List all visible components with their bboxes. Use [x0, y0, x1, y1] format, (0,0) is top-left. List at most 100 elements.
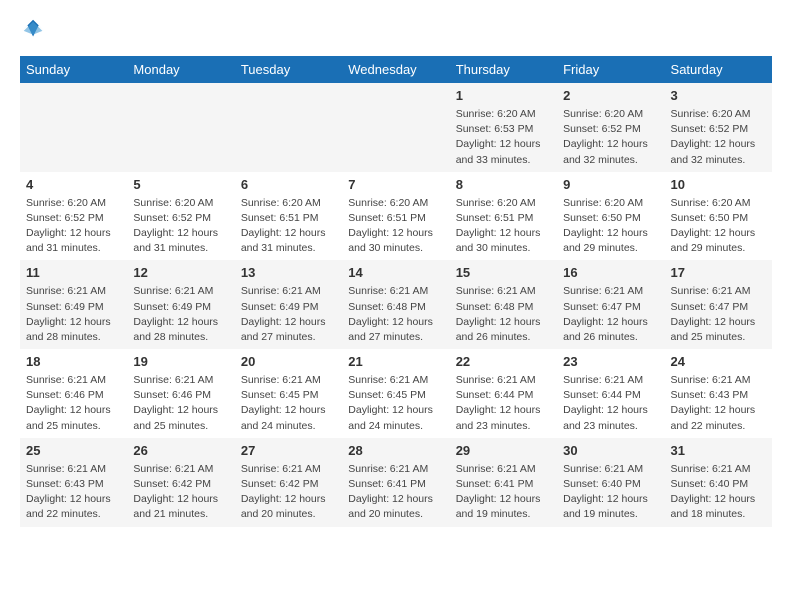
day-info: Sunrise: 6:20 AM Sunset: 6:52 PM Dayligh… — [133, 196, 228, 257]
column-header-sunday: Sunday — [20, 56, 127, 83]
day-info: Sunrise: 6:21 AM Sunset: 6:45 PM Dayligh… — [241, 373, 336, 434]
calendar-cell: 5Sunrise: 6:20 AM Sunset: 6:52 PM Daylig… — [127, 172, 234, 261]
column-header-wednesday: Wednesday — [342, 56, 449, 83]
day-info: Sunrise: 6:20 AM Sunset: 6:52 PM Dayligh… — [671, 107, 766, 168]
day-number: 5 — [133, 176, 228, 195]
day-info: Sunrise: 6:20 AM Sunset: 6:53 PM Dayligh… — [456, 107, 551, 168]
day-info: Sunrise: 6:20 AM Sunset: 6:51 PM Dayligh… — [348, 196, 443, 257]
calendar-header-row: SundayMondayTuesdayWednesdayThursdayFrid… — [20, 56, 772, 83]
day-info: Sunrise: 6:20 AM Sunset: 6:51 PM Dayligh… — [241, 196, 336, 257]
day-info: Sunrise: 6:21 AM Sunset: 6:47 PM Dayligh… — [671, 284, 766, 345]
day-number: 15 — [456, 264, 551, 283]
week-row-4: 25Sunrise: 6:21 AM Sunset: 6:43 PM Dayli… — [20, 438, 772, 527]
calendar-cell: 26Sunrise: 6:21 AM Sunset: 6:42 PM Dayli… — [127, 438, 234, 527]
day-number: 23 — [563, 353, 658, 372]
calendar-cell: 10Sunrise: 6:20 AM Sunset: 6:50 PM Dayli… — [665, 172, 772, 261]
day-number: 14 — [348, 264, 443, 283]
day-info: Sunrise: 6:20 AM Sunset: 6:51 PM Dayligh… — [456, 196, 551, 257]
day-info: Sunrise: 6:21 AM Sunset: 6:44 PM Dayligh… — [563, 373, 658, 434]
calendar-cell: 8Sunrise: 6:20 AM Sunset: 6:51 PM Daylig… — [450, 172, 557, 261]
day-info: Sunrise: 6:21 AM Sunset: 6:48 PM Dayligh… — [456, 284, 551, 345]
day-info: Sunrise: 6:21 AM Sunset: 6:49 PM Dayligh… — [26, 284, 121, 345]
calendar-cell: 13Sunrise: 6:21 AM Sunset: 6:49 PM Dayli… — [235, 260, 342, 349]
day-number: 24 — [671, 353, 766, 372]
calendar-cell: 6Sunrise: 6:20 AM Sunset: 6:51 PM Daylig… — [235, 172, 342, 261]
day-info: Sunrise: 6:21 AM Sunset: 6:49 PM Dayligh… — [133, 284, 228, 345]
page-header — [20, 16, 772, 44]
day-number: 4 — [26, 176, 121, 195]
calendar-cell: 30Sunrise: 6:21 AM Sunset: 6:40 PM Dayli… — [557, 438, 664, 527]
day-number: 8 — [456, 176, 551, 195]
calendar-cell: 7Sunrise: 6:20 AM Sunset: 6:51 PM Daylig… — [342, 172, 449, 261]
day-number: 12 — [133, 264, 228, 283]
day-info: Sunrise: 6:21 AM Sunset: 6:40 PM Dayligh… — [671, 462, 766, 523]
day-info: Sunrise: 6:20 AM Sunset: 6:52 PM Dayligh… — [26, 196, 121, 257]
calendar-cell: 17Sunrise: 6:21 AM Sunset: 6:47 PM Dayli… — [665, 260, 772, 349]
day-info: Sunrise: 6:21 AM Sunset: 6:40 PM Dayligh… — [563, 462, 658, 523]
logo-icon — [20, 16, 48, 44]
day-number: 3 — [671, 87, 766, 106]
calendar-cell — [20, 83, 127, 172]
calendar-cell: 24Sunrise: 6:21 AM Sunset: 6:43 PM Dayli… — [665, 349, 772, 438]
calendar-cell: 9Sunrise: 6:20 AM Sunset: 6:50 PM Daylig… — [557, 172, 664, 261]
day-number: 25 — [26, 442, 121, 461]
calendar-cell: 12Sunrise: 6:21 AM Sunset: 6:49 PM Dayli… — [127, 260, 234, 349]
day-info: Sunrise: 6:21 AM Sunset: 6:49 PM Dayligh… — [241, 284, 336, 345]
day-number: 1 — [456, 87, 551, 106]
day-number: 30 — [563, 442, 658, 461]
calendar-cell: 2Sunrise: 6:20 AM Sunset: 6:52 PM Daylig… — [557, 83, 664, 172]
calendar-cell: 11Sunrise: 6:21 AM Sunset: 6:49 PM Dayli… — [20, 260, 127, 349]
calendar-cell: 19Sunrise: 6:21 AM Sunset: 6:46 PM Dayli… — [127, 349, 234, 438]
calendar-cell: 4Sunrise: 6:20 AM Sunset: 6:52 PM Daylig… — [20, 172, 127, 261]
calendar-cell: 15Sunrise: 6:21 AM Sunset: 6:48 PM Dayli… — [450, 260, 557, 349]
day-number: 31 — [671, 442, 766, 461]
calendar-cell: 22Sunrise: 6:21 AM Sunset: 6:44 PM Dayli… — [450, 349, 557, 438]
week-row-2: 11Sunrise: 6:21 AM Sunset: 6:49 PM Dayli… — [20, 260, 772, 349]
day-info: Sunrise: 6:21 AM Sunset: 6:44 PM Dayligh… — [456, 373, 551, 434]
day-info: Sunrise: 6:20 AM Sunset: 6:50 PM Dayligh… — [671, 196, 766, 257]
day-info: Sunrise: 6:21 AM Sunset: 6:41 PM Dayligh… — [456, 462, 551, 523]
day-info: Sunrise: 6:20 AM Sunset: 6:50 PM Dayligh… — [563, 196, 658, 257]
day-info: Sunrise: 6:21 AM Sunset: 6:45 PM Dayligh… — [348, 373, 443, 434]
column-header-tuesday: Tuesday — [235, 56, 342, 83]
day-number: 21 — [348, 353, 443, 372]
calendar-cell — [235, 83, 342, 172]
day-number: 27 — [241, 442, 336, 461]
day-number: 11 — [26, 264, 121, 283]
day-info: Sunrise: 6:21 AM Sunset: 6:46 PM Dayligh… — [133, 373, 228, 434]
calendar-cell: 23Sunrise: 6:21 AM Sunset: 6:44 PM Dayli… — [557, 349, 664, 438]
day-info: Sunrise: 6:21 AM Sunset: 6:42 PM Dayligh… — [241, 462, 336, 523]
day-number: 10 — [671, 176, 766, 195]
day-info: Sunrise: 6:21 AM Sunset: 6:47 PM Dayligh… — [563, 284, 658, 345]
day-number: 9 — [563, 176, 658, 195]
week-row-0: 1Sunrise: 6:20 AM Sunset: 6:53 PM Daylig… — [20, 83, 772, 172]
day-number: 7 — [348, 176, 443, 195]
calendar-cell: 25Sunrise: 6:21 AM Sunset: 6:43 PM Dayli… — [20, 438, 127, 527]
column-header-monday: Monday — [127, 56, 234, 83]
day-number: 26 — [133, 442, 228, 461]
calendar-cell: 14Sunrise: 6:21 AM Sunset: 6:48 PM Dayli… — [342, 260, 449, 349]
day-info: Sunrise: 6:21 AM Sunset: 6:42 PM Dayligh… — [133, 462, 228, 523]
calendar-cell: 18Sunrise: 6:21 AM Sunset: 6:46 PM Dayli… — [20, 349, 127, 438]
day-number: 28 — [348, 442, 443, 461]
day-number: 19 — [133, 353, 228, 372]
day-info: Sunrise: 6:21 AM Sunset: 6:43 PM Dayligh… — [671, 373, 766, 434]
day-number: 22 — [456, 353, 551, 372]
logo — [20, 16, 54, 44]
column-header-thursday: Thursday — [450, 56, 557, 83]
column-header-friday: Friday — [557, 56, 664, 83]
week-row-3: 18Sunrise: 6:21 AM Sunset: 6:46 PM Dayli… — [20, 349, 772, 438]
week-row-1: 4Sunrise: 6:20 AM Sunset: 6:52 PM Daylig… — [20, 172, 772, 261]
day-number: 16 — [563, 264, 658, 283]
day-number: 6 — [241, 176, 336, 195]
column-header-saturday: Saturday — [665, 56, 772, 83]
calendar-cell: 31Sunrise: 6:21 AM Sunset: 6:40 PM Dayli… — [665, 438, 772, 527]
calendar-cell: 1Sunrise: 6:20 AM Sunset: 6:53 PM Daylig… — [450, 83, 557, 172]
day-number: 17 — [671, 264, 766, 283]
day-info: Sunrise: 6:20 AM Sunset: 6:52 PM Dayligh… — [563, 107, 658, 168]
calendar-table: SundayMondayTuesdayWednesdayThursdayFrid… — [20, 56, 772, 527]
day-info: Sunrise: 6:21 AM Sunset: 6:48 PM Dayligh… — [348, 284, 443, 345]
calendar-cell — [342, 83, 449, 172]
calendar-cell: 16Sunrise: 6:21 AM Sunset: 6:47 PM Dayli… — [557, 260, 664, 349]
day-number: 20 — [241, 353, 336, 372]
